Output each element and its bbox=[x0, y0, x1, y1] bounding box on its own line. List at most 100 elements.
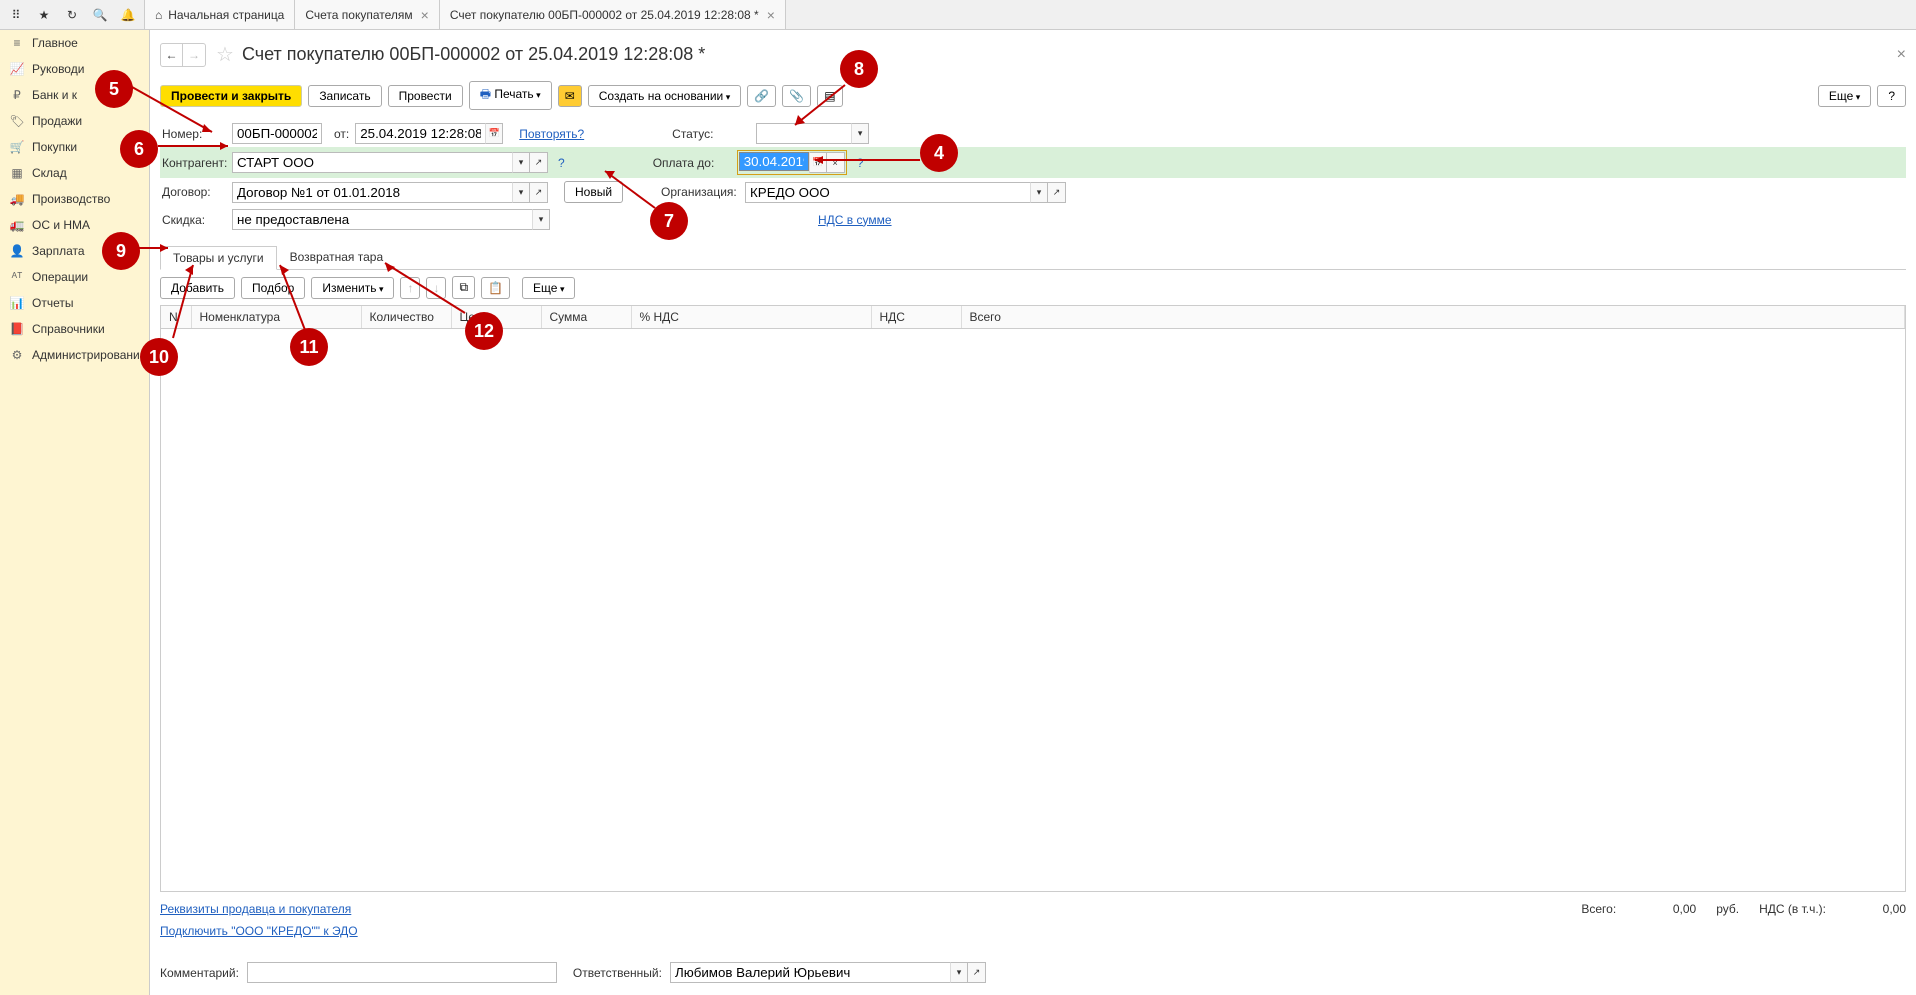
payby-label: Оплата до: bbox=[651, 156, 731, 170]
date-input[interactable] bbox=[355, 123, 485, 144]
help-icon[interactable]: ? bbox=[558, 156, 565, 170]
discount-label: Скидка: bbox=[160, 213, 226, 227]
open-icon[interactable]: ↗ bbox=[968, 962, 986, 983]
dropdown-icon[interactable]: ▾ bbox=[512, 182, 530, 203]
totals: Всего: 0,00 руб. НДС (в т.ч.): 0,00 bbox=[1581, 892, 1906, 916]
sidebar-label: Отчеты bbox=[32, 296, 73, 310]
dropdown-icon[interactable]: ▾ bbox=[950, 962, 968, 983]
total-label: Всего: bbox=[1581, 902, 1616, 916]
calendar-icon[interactable]: 📅 bbox=[485, 123, 503, 144]
save-button[interactable]: Записать bbox=[308, 85, 381, 107]
grid-icon: ▦ bbox=[8, 166, 26, 180]
email-button[interactable]: ✉ bbox=[558, 85, 582, 107]
footer-row: Комментарий: Ответственный: ▾ ↗ bbox=[160, 956, 1906, 995]
paste-button[interactable]: 📋 bbox=[481, 277, 510, 299]
comment-label: Комментарий: bbox=[160, 966, 239, 980]
tab-current-doc[interactable]: Счет покупателю 00БП-000002 от 25.04.201… bbox=[440, 0, 786, 29]
create-based-button[interactable]: Создать на основании bbox=[588, 85, 742, 107]
sidebar-label: Зарплата bbox=[32, 244, 85, 258]
total-value: 0,00 bbox=[1636, 902, 1696, 916]
seller-buyer-link[interactable]: Реквизиты продавца и покупателя bbox=[160, 902, 351, 916]
at-icon: ᴬᵀ bbox=[8, 270, 26, 284]
dropdown-icon[interactable]: ▾ bbox=[512, 152, 530, 173]
back-button[interactable]: ← bbox=[161, 44, 183, 66]
sidebar-item-sales[interactable]: 🏷Продажи bbox=[0, 108, 149, 134]
cart-icon: 🛒 bbox=[8, 140, 26, 154]
annotation-11: 11 bbox=[290, 328, 328, 366]
responsible-input[interactable] bbox=[670, 962, 950, 983]
sidebar-item-refs[interactable]: 📕Справочники bbox=[0, 316, 149, 342]
repeat-link[interactable]: Повторять? bbox=[519, 127, 584, 141]
tab-home-label: Начальная страница bbox=[168, 8, 284, 22]
close-icon[interactable]: × bbox=[767, 7, 775, 23]
star-icon[interactable]: ★ bbox=[32, 3, 56, 27]
rub-label: руб. bbox=[1716, 902, 1739, 916]
open-icon[interactable]: ↗ bbox=[530, 152, 548, 173]
items-table[interactable]: N Номенклатура Количество Цена Сумма % Н… bbox=[160, 305, 1906, 892]
forward-button[interactable]: → bbox=[183, 44, 205, 66]
bell-icon[interactable]: 🔔 bbox=[116, 3, 140, 27]
status-label: Статус: bbox=[670, 127, 750, 141]
printer-icon: 🖶 bbox=[480, 87, 491, 101]
close-icon[interactable]: × bbox=[421, 7, 429, 23]
responsible-label: Ответственный: bbox=[573, 966, 662, 980]
sidebar-label: Операции bbox=[32, 270, 88, 284]
discount-select[interactable] bbox=[232, 209, 532, 230]
post-button[interactable]: Провести bbox=[388, 85, 463, 107]
col-nds-pct[interactable]: % НДС bbox=[631, 306, 871, 329]
number-input[interactable] bbox=[232, 123, 322, 144]
sidebar-label: Банк и к bbox=[32, 88, 77, 102]
history-icon[interactable]: ↻ bbox=[60, 3, 84, 27]
payby-input[interactable] bbox=[739, 152, 809, 171]
print-button[interactable]: 🖶 Печать bbox=[469, 81, 552, 110]
sidebar-label: Администрировани bbox=[32, 348, 140, 362]
sidebar-item-admin[interactable]: ⚙ Администрировани bbox=[0, 342, 149, 368]
tab-invoices-label: Счета покупателям bbox=[305, 8, 412, 22]
content: ← → ☆ Счет покупателю 00БП-000002 от 25.… bbox=[150, 30, 1916, 995]
home-icon: ⌂ bbox=[155, 8, 162, 22]
open-icon[interactable]: ↗ bbox=[530, 182, 548, 203]
favorite-star-icon[interactable]: ☆ bbox=[216, 42, 234, 67]
dropdown-icon[interactable]: ▾ bbox=[532, 209, 550, 230]
tab-bar: ⌂ Начальная страница Счета покупателям ×… bbox=[144, 0, 786, 29]
help-button[interactable]: ? bbox=[1877, 85, 1906, 107]
sidebar-item-main[interactable]: ≡Главное bbox=[0, 30, 149, 56]
sidebar: ≡Главное 📈Руководи ₽Банк и к 🏷Продажи 🛒П… bbox=[0, 30, 150, 995]
close-page-button[interactable]: × bbox=[1897, 46, 1906, 64]
open-icon[interactable]: ↗ bbox=[1048, 182, 1066, 203]
annotation-12: 12 bbox=[465, 312, 503, 350]
col-sum[interactable]: Сумма bbox=[541, 306, 631, 329]
more-button[interactable]: Еще bbox=[1818, 85, 1871, 107]
gear-icon: ⚙ bbox=[8, 348, 26, 362]
nds-mode-link[interactable]: НДС в сумме bbox=[818, 213, 892, 227]
comment-input[interactable] bbox=[247, 962, 557, 983]
annotation-6: 6 bbox=[120, 130, 158, 168]
col-total[interactable]: Всего bbox=[961, 306, 1905, 329]
nds-label: НДС (в т.ч.): bbox=[1759, 902, 1826, 916]
tab-invoices[interactable]: Счета покупателям × bbox=[295, 0, 439, 29]
edo-link[interactable]: Подключить "ООО "КРЕДО"" к ЭДО bbox=[160, 924, 358, 938]
tab-home[interactable]: ⌂ Начальная страница bbox=[144, 0, 295, 29]
dropdown-icon[interactable]: ▾ bbox=[851, 123, 869, 144]
sidebar-label: Главное bbox=[32, 36, 78, 50]
tag-icon: 🏷 bbox=[8, 114, 26, 128]
sidebar-item-reports[interactable]: 📊Отчеты bbox=[0, 290, 149, 316]
more-sub-button[interactable]: Еще bbox=[522, 277, 575, 299]
structure-button[interactable]: 🔗 bbox=[747, 85, 776, 107]
org-input[interactable] bbox=[745, 182, 1030, 203]
command-bar: Провести и закрыть Записать Провести 🖶 П… bbox=[160, 75, 1906, 116]
col-nds[interactable]: НДС bbox=[871, 306, 961, 329]
dropdown-icon[interactable]: ▾ bbox=[1030, 182, 1048, 203]
book-icon: 📕 bbox=[8, 322, 26, 336]
sidebar-item-production[interactable]: 🚚Производство bbox=[0, 186, 149, 212]
top-toolbar: ⠿ ★ ↻ 🔍 🔔 ⌂ Начальная страница Счета пок… bbox=[0, 0, 1916, 30]
contract-input[interactable] bbox=[232, 182, 512, 203]
contragent-input[interactable] bbox=[232, 152, 512, 173]
annotation-8: 8 bbox=[840, 50, 878, 88]
search-icon[interactable]: 🔍 bbox=[88, 3, 112, 27]
apps-icon[interactable]: ⠿ bbox=[4, 3, 28, 27]
annotation-4: 4 bbox=[920, 134, 958, 172]
truck2-icon: 🚛 bbox=[8, 218, 26, 232]
annotation-10: 10 bbox=[140, 338, 178, 376]
contragent-label: Контрагент: bbox=[160, 156, 226, 170]
